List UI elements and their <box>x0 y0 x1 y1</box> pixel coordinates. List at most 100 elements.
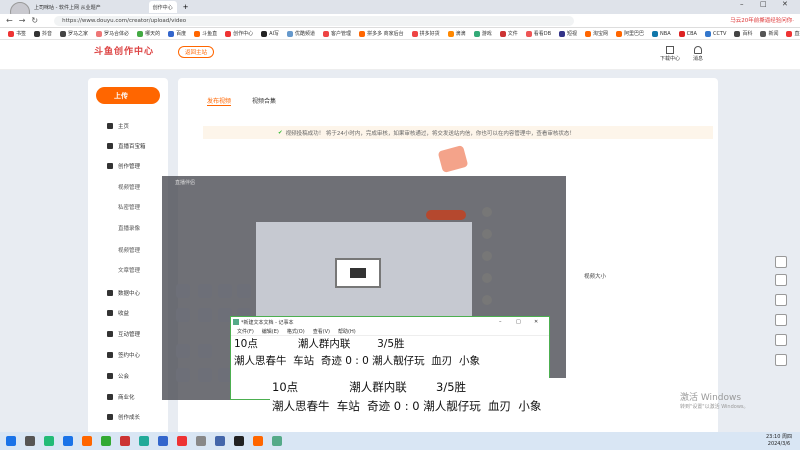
bookmark-item[interactable]: 游戏 <box>473 30 492 37</box>
sidebar-item[interactable]: 签约中心 <box>107 351 140 359</box>
sidebar-item[interactable]: 创作成长 <box>107 413 140 421</box>
bookmark-item[interactable]: CBA <box>678 30 697 37</box>
sidebar-item[interactable]: 视频管理 <box>118 183 140 191</box>
bookmark-item[interactable]: 直播 <box>786 30 800 37</box>
bookmark-item[interactable]: 短视 <box>559 30 577 37</box>
taskbar-app-icon[interactable] <box>234 436 244 446</box>
taskbar-app-icon[interactable] <box>25 436 35 446</box>
tool-tile[interactable] <box>176 344 190 358</box>
bookmark-item[interactable]: 斗鱼直 <box>194 30 217 37</box>
browser-tab-active[interactable]: 创作中心 <box>148 1 177 13</box>
float-help-icon[interactable] <box>775 294 787 306</box>
bookmark-item[interactable]: NBA <box>652 30 671 37</box>
windows-start-icon[interactable] <box>6 436 16 446</box>
bookmark-item[interactable]: 创作中心 <box>225 30 253 37</box>
bookmark-item[interactable]: 客户管理 <box>323 30 351 37</box>
go-live-button[interactable] <box>426 210 466 220</box>
taskbar-app-icon[interactable] <box>215 436 225 446</box>
sidebar-item[interactable]: 私密管理 <box>118 203 140 211</box>
taskbar-app-icon[interactable] <box>196 436 206 446</box>
url-input[interactable]: https://www.douyu.com/creator/upload/vid… <box>54 15 575 26</box>
guest-avatar[interactable] <box>482 273 492 283</box>
bookmark-item[interactable]: 文件 <box>499 30 518 37</box>
notepad-close-icon[interactable]: ✕ <box>534 319 538 325</box>
taskbar-app-icon[interactable] <box>82 436 92 446</box>
bookmark-item[interactable]: AI写 <box>261 30 279 37</box>
download-center[interactable]: 下载中心 <box>660 46 680 62</box>
notepad-maximize-icon[interactable]: □ <box>516 319 521 325</box>
bookmark-item[interactable]: 阿里巴巴 <box>616 30 644 37</box>
sidebar-item[interactable]: 商业化 <box>107 393 135 401</box>
close-icon[interactable]: ✕ <box>782 0 788 8</box>
system-tray-clock[interactable]: 23:10 周四 2024/3/6 <box>766 434 792 448</box>
tool-tile[interactable] <box>176 368 190 382</box>
tool-tile[interactable] <box>176 308 190 322</box>
sidebar-item[interactable]: 主页 <box>107 122 129 130</box>
notepad-minimize-icon[interactable]: – <box>499 319 502 325</box>
guest-avatar[interactable] <box>482 295 492 305</box>
bookmark-item[interactable]: 罗马合体必 <box>96 30 129 37</box>
guest-avatar[interactable] <box>482 207 492 217</box>
taskbar-app-icon[interactable] <box>139 436 149 446</box>
guest-avatar[interactable] <box>482 251 492 261</box>
bookmark-item[interactable]: 哪天的 <box>137 30 160 37</box>
maximize-icon[interactable]: □ <box>760 0 767 8</box>
bookmark-item[interactable]: 罗马之家 <box>60 30 88 37</box>
bookmark-item[interactable]: 新闻 <box>760 30 778 37</box>
tool-tile[interactable] <box>198 368 212 382</box>
new-tab-icon[interactable]: + <box>183 3 189 11</box>
bookmark-item[interactable]: 看看DB <box>525 30 551 37</box>
sidebar-item[interactable]: 直播百宝箱 <box>107 142 146 150</box>
return-main-button[interactable]: 返回主站 <box>178 46 215 58</box>
notepad-menu-item[interactable]: 格式(O) <box>287 328 305 335</box>
notepad-menu-item[interactable]: 查看(V) <box>313 328 330 335</box>
bookmark-item[interactable]: 滴滴 <box>447 30 466 37</box>
bookmark-item[interactable]: 拼多多 商家后台 <box>359 30 404 37</box>
guest-avatar[interactable] <box>482 229 492 239</box>
taskbar-app-icon[interactable] <box>101 436 111 446</box>
bookmark-item[interactable]: 百度 <box>168 30 186 37</box>
forward-icon[interactable]: → <box>19 16 26 25</box>
tool-tile[interactable] <box>176 284 190 298</box>
sidebar-item[interactable]: 数据中心 <box>107 289 140 297</box>
messages[interactable]: 消息 <box>693 46 703 62</box>
bookmark-item[interactable]: 优酷频道 <box>287 30 315 37</box>
tool-tile[interactable] <box>198 284 212 298</box>
sidebar-item[interactable]: 互动管理 <box>107 330 140 338</box>
tool-tile[interactable] <box>198 308 212 322</box>
notepad-text-line-1[interactable]: 10点 潮人群内联 3/5胜 <box>231 336 549 353</box>
taskbar-app-icon[interactable] <box>177 436 187 446</box>
sidebar-item[interactable]: 创作管理 <box>107 162 140 170</box>
float-top-icon[interactable] <box>775 354 787 366</box>
notepad-text-line-2[interactable]: 潮人思春牛 车站 奇迹 0 : 0 潮人靓仔玩 血刃 小象 <box>231 353 549 370</box>
taskbar-app-icon[interactable] <box>253 436 263 446</box>
notepad-menu-item[interactable]: 帮助(H) <box>338 328 356 335</box>
float-chat-icon[interactable] <box>775 274 787 286</box>
bookmark-item[interactable]: 拼多好货 <box>411 30 440 37</box>
taskbar-app-icon[interactable] <box>44 436 54 446</box>
ad-banner[interactable]: 马云20年前撕逼经验问你· <box>730 16 794 24</box>
bookmark-item[interactable]: 淘宝网 <box>585 30 608 37</box>
taskbar-app-icon[interactable] <box>272 436 282 446</box>
tab-publish-video[interactable]: 发布视频 <box>207 96 231 105</box>
float-home-icon[interactable] <box>775 256 787 268</box>
tool-tile[interactable] <box>237 284 251 298</box>
browser-tab-2[interactable] <box>107 1 147 13</box>
sidebar-item[interactable]: 直播录像 <box>118 224 140 232</box>
tool-tile[interactable] <box>218 284 232 298</box>
bookmark-item[interactable]: CCTV <box>704 30 726 37</box>
tool-tile[interactable] <box>198 344 212 358</box>
sidebar-item[interactable]: 收益 <box>107 309 129 317</box>
sidebar-item[interactable]: 文章管理 <box>118 266 140 274</box>
refresh-icon[interactable]: ↻ <box>31 16 38 25</box>
sidebar-item[interactable]: 视频管理 <box>118 246 140 254</box>
bookmark-item[interactable]: 抖音 <box>34 30 52 37</box>
taskbar-app-icon[interactable] <box>120 436 130 446</box>
site-logo[interactable]: 斗鱼创作中心 <box>94 44 154 57</box>
bookmark-item[interactable]: 百科 <box>734 30 752 37</box>
tab-video-collection[interactable]: 视频合集 <box>252 96 276 105</box>
minimize-icon[interactable]: – <box>740 0 744 8</box>
browser-tab-1[interactable]: 上司咪咕 - 软件上网 从业题产 <box>30 1 105 13</box>
notepad-menu-item[interactable]: 文件(F) <box>237 328 254 335</box>
float-headset-icon[interactable] <box>775 314 787 326</box>
